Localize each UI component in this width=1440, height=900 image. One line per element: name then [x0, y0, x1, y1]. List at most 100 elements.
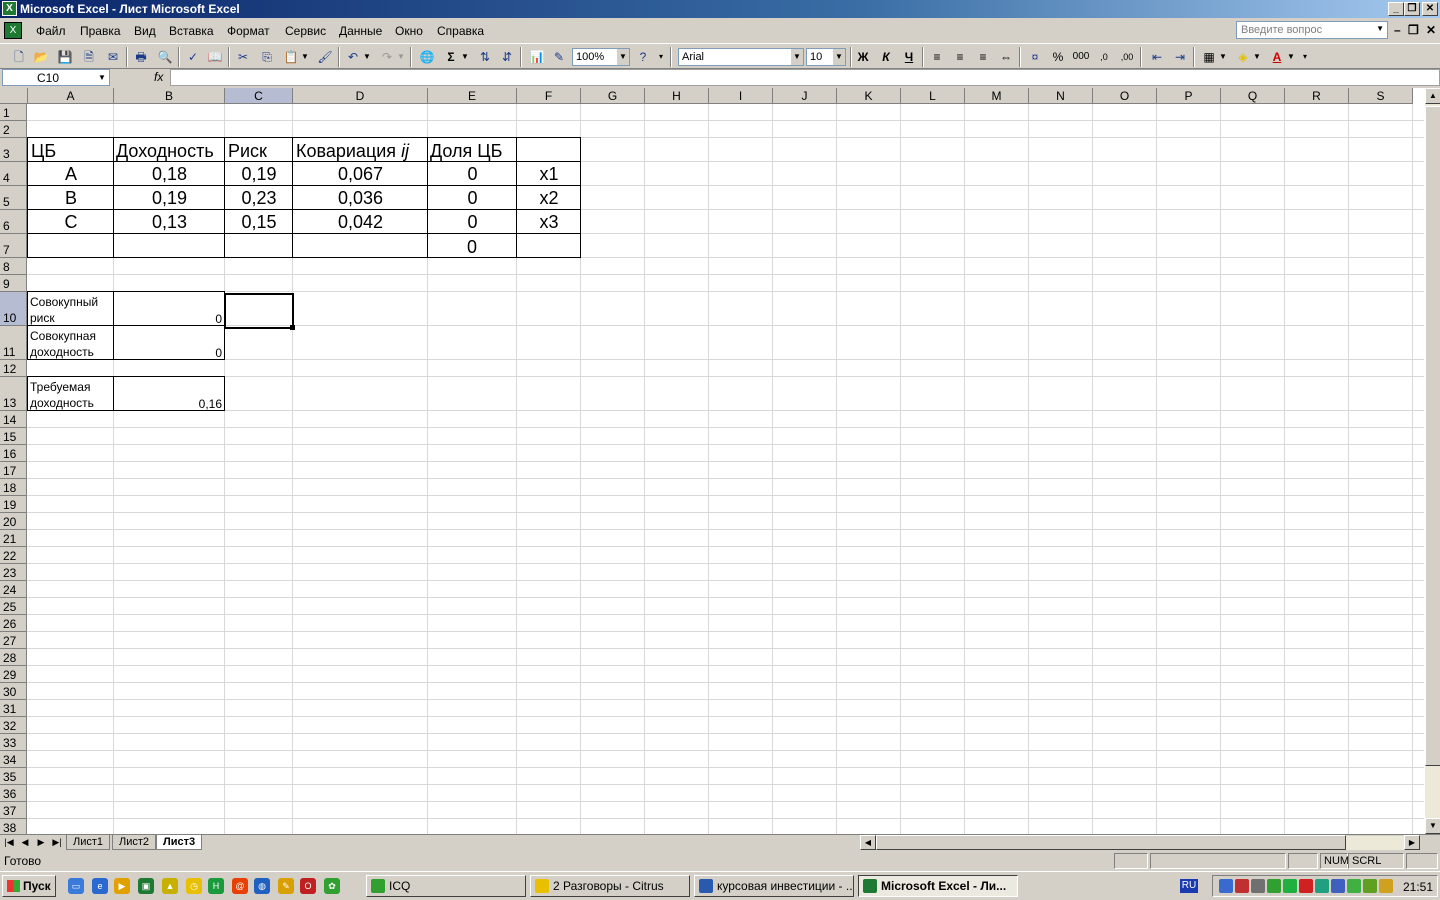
header-share[interactable]: Доля ЦБ [430, 140, 516, 162]
task-icq[interactable]: ICQ [366, 875, 526, 897]
row-header-12[interactable]: 12 [0, 360, 27, 377]
row-header-38[interactable]: 38 [0, 819, 27, 834]
row-header-1[interactable]: 1 [0, 104, 27, 121]
network-icon[interactable] [1219, 879, 1233, 893]
total-share[interactable]: 0 [428, 236, 516, 258]
opera-icon[interactable]: O [300, 878, 316, 894]
row-header-2[interactable]: 2 [0, 121, 27, 138]
cell-cov-5[interactable]: 0,036 [293, 187, 428, 209]
row-header-9[interactable]: 9 [0, 275, 27, 292]
font-size-select[interactable]: 10 ▼ [806, 48, 846, 66]
cell-return-6[interactable]: 0,13 [114, 211, 225, 233]
column-header-h[interactable]: H [645, 88, 709, 104]
column-header-f[interactable]: F [517, 88, 581, 104]
insert-function-icon[interactable]: fx [154, 70, 163, 84]
vertical-scrollbar[interactable]: ▲ ▼ [1424, 88, 1440, 834]
first-sheet-icon[interactable]: |◀ [2, 836, 16, 849]
label-total-return[interactable]: Совокупная доходность [28, 328, 113, 362]
cell-var-5[interactable]: x2 [517, 187, 581, 209]
tray-update-icon[interactable] [1363, 879, 1377, 893]
desktop-icon[interactable]: ▭ [68, 878, 84, 894]
column-header-j[interactable]: J [773, 88, 837, 104]
restore-button[interactable]: ❐ [1404, 2, 1420, 16]
value-total-risk[interactable]: 0 [114, 311, 224, 327]
header-covariance[interactable]: Ковариация ij [296, 140, 427, 162]
column-header-g[interactable]: G [581, 88, 645, 104]
autosum-dropdown-icon[interactable]: ▼ [460, 48, 470, 66]
menu-window[interactable]: Окно [395, 24, 423, 38]
menu-view[interactable]: Вид [134, 24, 156, 38]
sort-descending-icon[interactable]: ⇵ [498, 48, 516, 66]
minimize-button[interactable]: _ [1388, 2, 1404, 16]
vertical-scroll-thumb[interactable] [1425, 106, 1440, 766]
cell-sec-5[interactable]: B [28, 187, 114, 209]
speaker-icon[interactable] [1251, 879, 1265, 893]
font-color-icon[interactable]: A [1268, 48, 1286, 66]
cell-cov-4[interactable]: 0,067 [293, 163, 428, 185]
format-painter-icon[interactable]: 🖌 [316, 48, 334, 66]
merge-center-icon[interactable]: ⇔ [997, 48, 1015, 66]
tray-icq-icon[interactable] [1283, 879, 1297, 893]
increase-decimal-icon[interactable]: ,0 [1095, 48, 1113, 66]
percent-button[interactable]: % [1049, 48, 1067, 66]
cell-return-4[interactable]: 0,18 [114, 163, 225, 185]
decrease-indent-icon[interactable]: ⇤ [1148, 48, 1166, 66]
horizontal-scroll-thumb[interactable] [876, 835, 1346, 850]
row-header-10[interactable]: 10 [0, 292, 27, 326]
cell-risk-6[interactable]: 0,15 [225, 211, 293, 233]
fill-handle[interactable] [290, 325, 295, 330]
italic-button[interactable]: К [877, 48, 895, 66]
tab-sheet1[interactable]: Лист1 [66, 835, 111, 850]
print-icon[interactable]: 🖶 [132, 48, 150, 66]
row-header-32[interactable]: 32 [0, 717, 27, 734]
tab-sheet3[interactable]: Лист3 [156, 835, 203, 850]
row-header-15[interactable]: 15 [0, 428, 27, 445]
tray-arrow-icon[interactable] [1331, 879, 1345, 893]
row-header-7[interactable]: 7 [0, 234, 27, 258]
scroll-down-icon[interactable]: ▼ [1425, 818, 1440, 834]
security-icon[interactable] [1235, 879, 1249, 893]
ie-icon[interactable]: e [92, 878, 108, 894]
paste-icon[interactable]: 📋 [282, 48, 300, 66]
autosum-icon[interactable]: Σ [442, 48, 460, 66]
mail-icon[interactable]: @ [232, 878, 248, 894]
icq-quick-icon[interactable]: ✿ [324, 878, 340, 894]
active-cell-c10[interactable] [224, 293, 294, 329]
header-cb[interactable]: ЦБ [31, 140, 113, 162]
decrease-decimal-icon[interactable]: ,00 [1118, 48, 1136, 66]
tray-green-icon[interactable] [1315, 879, 1329, 893]
new-icon[interactable]: 🗋 [10, 48, 28, 66]
row-header-26[interactable]: 26 [0, 615, 27, 632]
tab-sheet2[interactable]: Лист2 [112, 835, 157, 850]
column-header-l[interactable]: L [901, 88, 965, 104]
row-header-34[interactable]: 34 [0, 751, 27, 768]
cell-var-6[interactable]: x3 [517, 211, 581, 233]
menu-file[interactable]: Файл [36, 24, 66, 38]
toolbar-options-icon[interactable]: ▾ [656, 48, 666, 66]
row-header-20[interactable]: 20 [0, 513, 27, 530]
cell-sec-4[interactable]: A [28, 163, 114, 185]
email-icon[interactable]: ✉ [104, 48, 122, 66]
language-indicator[interactable]: RU [1180, 879, 1198, 893]
menu-format[interactable]: Формат [227, 24, 270, 38]
research-icon[interactable]: 📖 [206, 48, 224, 66]
row-header-4[interactable]: 4 [0, 162, 27, 186]
row-header-3[interactable]: 3 [0, 138, 27, 162]
cell-return-5[interactable]: 0,19 [114, 187, 225, 209]
drawing-icon[interactable]: ✎ [550, 48, 568, 66]
tray-leaf-icon[interactable] [1347, 879, 1361, 893]
cell-var-4[interactable]: x1 [517, 163, 581, 185]
zoom-select[interactable]: 100% ▼ [572, 48, 630, 66]
cell-share-4[interactable]: 0 [428, 163, 517, 185]
row-header-29[interactable]: 29 [0, 666, 27, 683]
row-header-8[interactable]: 8 [0, 258, 27, 275]
bold-button[interactable]: Ж [854, 48, 872, 66]
doc-minimize-button[interactable]: – [1394, 23, 1401, 37]
redo-icon[interactable]: ↷ [378, 48, 396, 66]
cut-icon[interactable]: ✂ [234, 48, 252, 66]
chart-wizard-icon[interactable]: 📊 [528, 48, 546, 66]
row-header-14[interactable]: 14 [0, 411, 27, 428]
row-header-23[interactable]: 23 [0, 564, 27, 581]
column-header-e[interactable]: E [428, 88, 517, 104]
tray-tool-icon[interactable] [1379, 879, 1393, 893]
